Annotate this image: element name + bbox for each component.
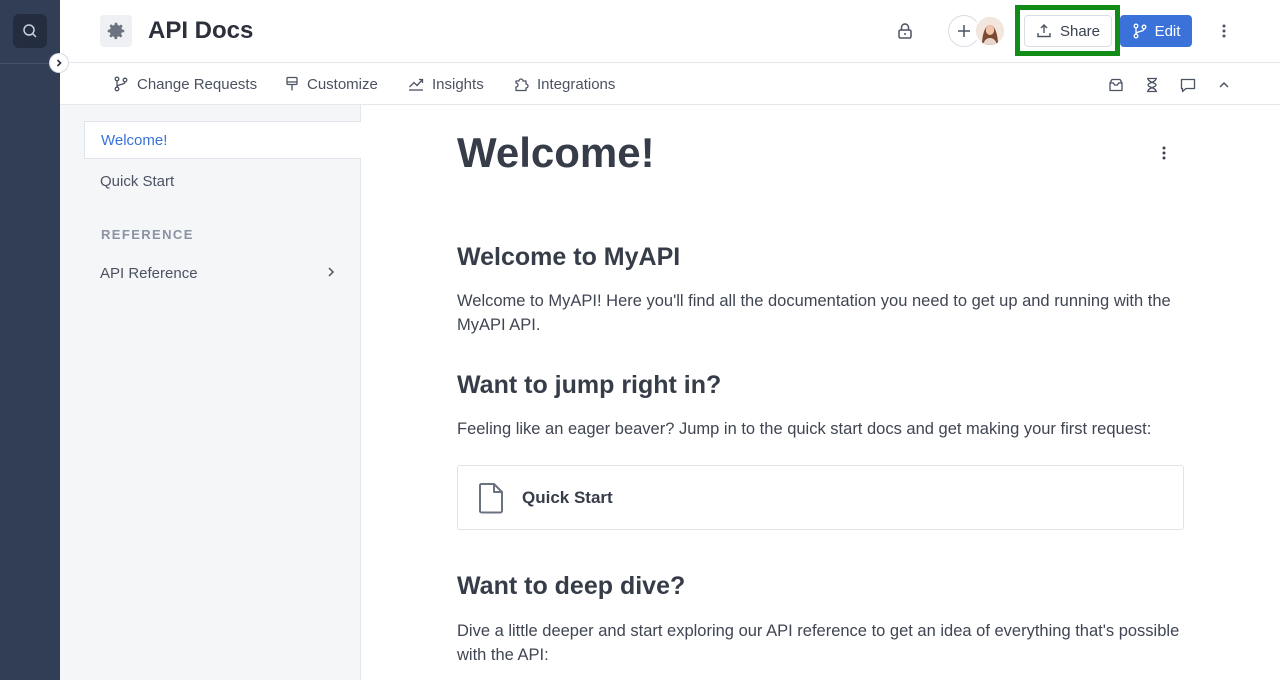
page-sidebar: Welcome! Quick Start REFERENCE API Refer… xyxy=(60,105,361,680)
more-vertical-icon xyxy=(1162,146,1166,160)
collapse-button[interactable] xyxy=(1213,74,1235,96)
chart-icon xyxy=(409,78,424,91)
left-rail xyxy=(0,0,60,680)
sidebar-item-quick-start[interactable]: Quick Start xyxy=(84,162,361,200)
card-label: Quick Start xyxy=(522,487,613,507)
sidebar-item-label: Quick Start xyxy=(100,172,175,190)
gear-icon xyxy=(107,22,125,40)
nav-change-requests-label: Change Requests xyxy=(137,75,258,93)
nav-customize-label: Customize xyxy=(307,75,378,93)
sidebar-item-api-reference[interactable]: API Reference xyxy=(84,254,361,292)
branch-icon xyxy=(114,76,128,92)
document-icon xyxy=(476,481,506,515)
lock-icon xyxy=(898,23,912,39)
chevron-right-icon xyxy=(56,59,62,67)
sidebar-item-welcome[interactable]: Welcome! xyxy=(84,121,361,159)
user-avatar-icon xyxy=(976,17,1004,45)
chevron-up-icon xyxy=(1219,81,1229,88)
page-title: API Docs xyxy=(148,17,254,44)
search-icon xyxy=(23,24,37,38)
nav-change-requests[interactable]: Change Requests xyxy=(113,64,257,104)
space-logo[interactable] xyxy=(100,15,132,47)
nav-insights[interactable]: Insights xyxy=(408,64,484,104)
comment-icon xyxy=(1180,78,1196,93)
search-button[interactable] xyxy=(13,14,47,48)
header-more-button[interactable] xyxy=(1212,18,1236,44)
branch-icon xyxy=(1133,23,1147,39)
more-vertical-icon xyxy=(1222,24,1226,38)
section-paragraph: Dive a little deeper and start exploring… xyxy=(457,622,1180,664)
share-icon xyxy=(1037,24,1051,38)
section-heading: Welcome to MyAPI xyxy=(457,243,681,271)
puzzle-icon xyxy=(515,78,529,92)
sidebar-item-label: API Reference xyxy=(100,264,198,282)
nav-insights-label: Insights xyxy=(432,75,484,93)
nav-customize[interactable]: Customize xyxy=(285,64,378,104)
sidebar-item-label: Welcome! xyxy=(101,131,168,149)
chevron-right-icon[interactable] xyxy=(325,266,337,278)
section-heading: Want to deep dive? xyxy=(457,572,686,600)
section-heading: Want to jump right in? xyxy=(457,371,722,399)
inbox-icon xyxy=(1109,78,1123,92)
edit-button[interactable]: Edit xyxy=(1120,15,1192,47)
nav-integrations-label: Integrations xyxy=(537,75,616,93)
edit-button-label: Edit xyxy=(1154,22,1181,40)
page-more-button[interactable] xyxy=(1152,141,1176,165)
top-header: API Docs Share Edit xyxy=(60,0,1280,63)
section-paragraph: Welcome to MyAPI! Here you'll find all t… xyxy=(457,292,1171,334)
avatar[interactable] xyxy=(974,15,1006,47)
section-paragraph: Feeling like an eager beaver? Jump in to… xyxy=(457,420,1152,438)
sidebar-toggle-button[interactable] xyxy=(50,54,68,72)
share-button[interactable]: Share xyxy=(1024,15,1112,47)
content-title: Welcome! xyxy=(457,129,655,176)
sub-navigation: Change Requests Customize Insights Integ… xyxy=(60,64,1280,105)
share-button-label: Share xyxy=(1059,22,1101,40)
comments-button[interactable] xyxy=(1177,74,1199,96)
history-button[interactable] xyxy=(1141,74,1163,96)
hourglass-icon xyxy=(1147,77,1157,93)
inbox-button[interactable] xyxy=(1105,74,1127,96)
brush-icon xyxy=(286,76,298,91)
quick-start-card[interactable]: Quick Start xyxy=(457,465,1184,530)
plus-icon xyxy=(958,25,970,37)
nav-integrations[interactable]: Integrations xyxy=(513,64,615,104)
visibility-button[interactable] xyxy=(892,18,918,44)
sidebar-section-title: REFERENCE xyxy=(101,227,194,242)
